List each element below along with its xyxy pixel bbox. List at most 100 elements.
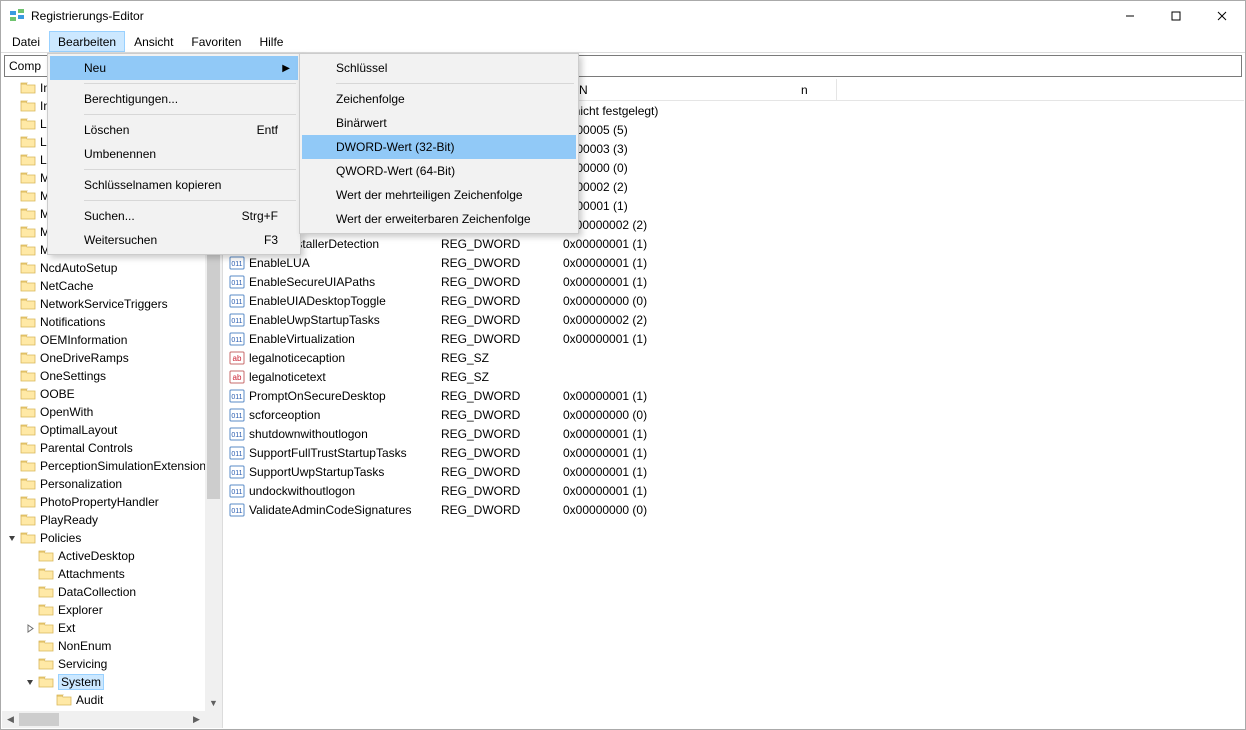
tree-horizontal-scrollbar[interactable]: ◀ ▶ (2, 711, 205, 728)
chevron-down-icon[interactable] (24, 676, 36, 688)
tree-item[interactable]: Audit (2, 691, 222, 709)
menu-item[interactable]: LöschenEntf (50, 118, 298, 142)
scroll-left-icon[interactable]: ◀ (2, 711, 19, 728)
value-row[interactable]: 011scforceoptionREG_DWORD0x00000000 (0) (223, 405, 1244, 424)
tree-item-label: PhotoPropertyHandler (40, 495, 159, 509)
tree-item[interactable]: Notifications (2, 313, 222, 331)
value-row[interactable]: 011SupportUwpStartupTasksREG_DWORD0x0000… (223, 462, 1244, 481)
tree-item[interactable]: ActiveDesktop (2, 547, 222, 565)
value-row[interactable]: ablegalnoticetextREG_SZ (223, 367, 1244, 386)
tree-item[interactable]: Parental Controls (2, 439, 222, 457)
minimize-button[interactable] (1107, 1, 1153, 31)
maximize-button[interactable] (1153, 1, 1199, 31)
menu-item[interactable]: WeitersuchenF3 (50, 228, 298, 252)
expander-placeholder (24, 550, 36, 562)
tree-item[interactable]: PerceptionSimulationExtensions (2, 457, 222, 475)
menu-item[interactable]: Schlüssel (302, 56, 576, 80)
tree-item[interactable]: OEMInformation (2, 331, 222, 349)
menu-hilfe[interactable]: Hilfe (250, 31, 292, 52)
tree-item[interactable]: OneDriveRamps (2, 349, 222, 367)
value-row[interactable]: 011EnableLUAREG_DWORD0x00000001 (1) (223, 253, 1244, 272)
value-row[interactable]: 011EnableVirtualizationREG_DWORD0x000000… (223, 329, 1244, 348)
menu-favoriten[interactable]: Favoriten (182, 31, 250, 52)
menu-bearbeiten[interactable]: Bearbeiten (49, 31, 125, 52)
value-data: 0x00000001 (1) (557, 332, 1244, 346)
tree-item[interactable]: Ext (2, 619, 222, 637)
value-row[interactable]: 011EnableUwpStartupTasksREG_DWORD0x00000… (223, 310, 1244, 329)
value-row[interactable]: 011undockwithoutlogonREG_DWORD0x00000001… (223, 481, 1244, 500)
scroll-thumb[interactable] (19, 713, 59, 726)
dword-value-icon: 011 (229, 388, 245, 404)
menu-item[interactable]: Wert der erweiterbaren Zeichenfolge (302, 207, 576, 231)
menu-item[interactable]: DWORD-Wert (32-Bit) (302, 135, 576, 159)
folder-icon (20, 279, 36, 293)
tree-item[interactable]: Explorer (2, 601, 222, 619)
svg-text:ab: ab (233, 354, 242, 363)
expander-placeholder (24, 586, 36, 598)
menu-item-label: Schlüssel (336, 61, 387, 75)
svg-text:011: 011 (231, 470, 242, 477)
scroll-corner (205, 711, 222, 728)
svg-text:011: 011 (231, 451, 242, 458)
menu-item[interactable]: QWORD-Wert (64-Bit) (302, 159, 576, 183)
tree-item[interactable]: NetCache (2, 277, 222, 295)
value-row[interactable]: 011EnableSecureUIAPathsREG_DWORD0x000000… (223, 272, 1244, 291)
folder-icon (20, 81, 36, 95)
tree-item[interactable]: OpenWith (2, 403, 222, 421)
tree-item-label: NonEnum (58, 639, 111, 653)
menu-separator (336, 83, 574, 84)
chevron-right-icon[interactable] (24, 622, 36, 634)
value-row[interactable]: 011EnableInstallerDetectionREG_DWORD0x00… (223, 234, 1244, 253)
menu-item[interactable]: Schlüsselnamen kopieren (50, 173, 298, 197)
edit-menu: Neu▶ Berechtigungen... LöschenEntfUmbenenn… (47, 53, 301, 255)
folder-icon (20, 405, 36, 419)
menu-ansicht[interactable]: Ansicht (125, 31, 182, 52)
scroll-down-icon[interactable]: ▼ (205, 694, 222, 711)
value-data: 0x00000001 (1) (557, 446, 1244, 460)
menu-item[interactable]: Umbenennen (50, 142, 298, 166)
value-row[interactable]: ablegalnoticecaptionREG_SZ (223, 348, 1244, 367)
menu-item-label: Weitersuchen (84, 233, 157, 247)
expander-placeholder (6, 334, 18, 346)
tree-item[interactable]: DataCollection (2, 583, 222, 601)
tree-item[interactable]: Personalization (2, 475, 222, 493)
menu-item[interactable]: Suchen...Strg+F (50, 204, 298, 228)
value-row[interactable]: 011ValidateAdminCodeSignaturesREG_DWORD0… (223, 500, 1244, 519)
tree-item[interactable]: System (2, 673, 222, 691)
value-row[interactable]: 011SupportFullTrustStartupTasksREG_DWORD… (223, 443, 1244, 462)
menu-item[interactable]: Neu▶ (50, 56, 298, 80)
value-row[interactable]: 011shutdownwithoutlogonREG_DWORD0x000000… (223, 424, 1244, 443)
menu-item[interactable]: Berechtigungen... (50, 87, 298, 111)
tree-item[interactable]: PhotoPropertyHandler (2, 493, 222, 511)
tree-item[interactable]: Servicing (2, 655, 222, 673)
scroll-thumb[interactable] (207, 219, 220, 499)
string-value-icon: ab (229, 369, 245, 385)
chevron-down-icon[interactable] (6, 532, 18, 544)
menu-item[interactable]: Zeichenfolge (302, 87, 576, 111)
expander-placeholder (6, 496, 18, 508)
tree-item[interactable]: NcdAutoSetup (2, 259, 222, 277)
menu-item[interactable]: Binärwert (302, 111, 576, 135)
tree-item[interactable]: NetworkServiceTriggers (2, 295, 222, 313)
expander-placeholder (6, 190, 18, 202)
menu-datei[interactable]: Datei (3, 31, 49, 52)
column-data[interactable]: n (557, 79, 837, 100)
tree-item[interactable]: Attachments (2, 565, 222, 583)
tree-item[interactable]: NonEnum (2, 637, 222, 655)
dword-value-icon: 011 (229, 274, 245, 290)
value-name: SupportFullTrustStartupTasks (249, 446, 435, 460)
value-row[interactable]: 011PromptOnSecureDesktopREG_DWORD0x00000… (223, 386, 1244, 405)
value-row[interactable]: 011EnableUIADesktopToggleREG_DWORD0x0000… (223, 291, 1244, 310)
menu-item[interactable]: Wert der mehrteiligen Zeichenfolge (302, 183, 576, 207)
tree-item[interactable]: PlayReady (2, 511, 222, 529)
tree-item[interactable]: Policies (2, 529, 222, 547)
tree-item[interactable]: OOBE (2, 385, 222, 403)
tree-item-label: Personalization (40, 477, 122, 491)
close-button[interactable] (1199, 1, 1245, 31)
folder-icon (20, 207, 36, 221)
tree-item[interactable]: OptimalLayout (2, 421, 222, 439)
expander-placeholder (6, 208, 18, 220)
menu-item-label: Löschen (84, 123, 129, 137)
tree-item[interactable]: OneSettings (2, 367, 222, 385)
scroll-right-icon[interactable]: ▶ (188, 711, 205, 728)
